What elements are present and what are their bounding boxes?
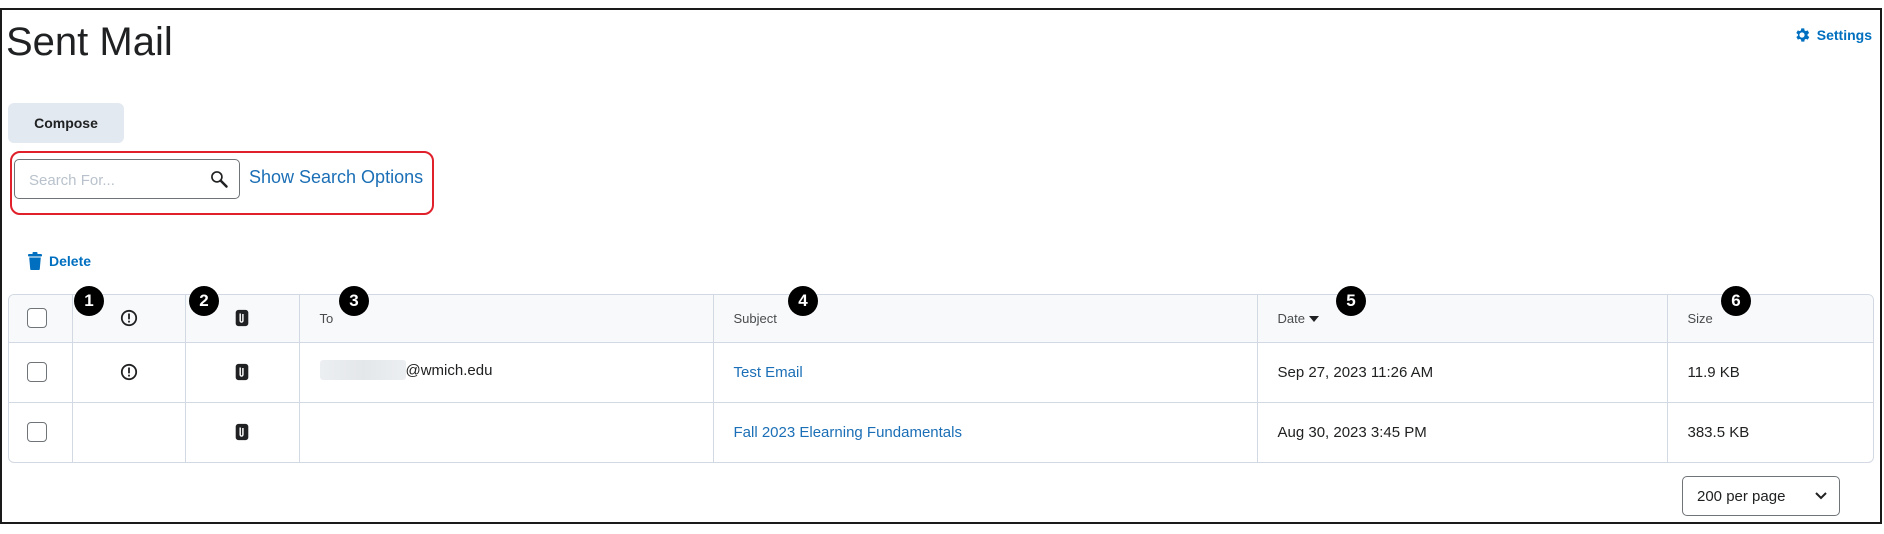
row-subject-link[interactable]: Fall 2023 Elearning Fundamentals [734,424,962,441]
compose-button[interactable]: Compose [8,103,124,143]
header-date-label: Date [1277,310,1305,326]
row-checkbox[interactable] [27,362,47,382]
row-subject-cell: Fall 2023 Elearning Fundamentals [713,402,1258,462]
settings-link[interactable]: Settings [1793,26,1872,44]
row-size: 11.9 KB [1667,342,1873,403]
row-attachment-cell [185,342,300,403]
delete-button[interactable]: Delete [28,252,91,270]
row-checkbox[interactable] [27,422,47,443]
importance-icon [120,310,137,327]
row-select-cell [9,402,73,462]
page-title: Sent Mail [6,20,173,64]
importance-icon [120,363,137,381]
row-subject-cell: Test Email [713,342,1258,403]
row-to-cell [299,402,714,462]
search-input[interactable] [27,169,201,191]
callout-badge: 3 [339,286,369,316]
per-page-label: 200 per page [1697,487,1786,505]
header-size[interactable]: Size [1667,295,1873,343]
row-to-cell: @wmich.edu [299,342,714,403]
search-box [14,159,240,199]
row-select-cell [9,342,73,403]
trash-icon [28,252,42,270]
callout-badge: 2 [189,286,219,316]
chevron-down-icon [1815,492,1827,500]
row-subject-link[interactable]: Test Email [734,364,803,381]
search-highlight-box: Show Search Options [10,151,434,215]
attachment-icon [235,310,249,327]
per-page-select[interactable]: 200 per page [1682,476,1840,516]
table-row[interactable]: Fall 2023 Elearning Fundamentals Aug 30,… [9,402,1873,462]
callout-badge: 6 [1721,286,1751,316]
table-row[interactable]: @wmich.edu Test Email Sep 27, 2023 11:26… [9,342,1873,403]
row-size: 383.5 KB [1687,423,1750,441]
attachment-icon [235,363,249,381]
row-to-email: @wmich.edu [405,361,493,379]
settings-label: Settings [1816,27,1872,43]
select-all-checkbox[interactable] [27,308,47,329]
sort-desc-icon [1308,316,1319,323]
header-date[interactable]: Date [1257,295,1668,343]
gear-icon [1796,28,1810,42]
table-header-row: To Subject Date Size [9,295,1873,343]
row-date: Aug 30, 2023 3:45 PM [1257,402,1668,462]
row-attachment-cell [185,402,300,462]
delete-label: Delete [49,253,92,269]
row-date: Sep 27, 2023 11:26 AM [1257,342,1668,403]
row-importance-cell [72,342,186,403]
show-search-options-link[interactable]: Show Search Options [249,167,423,188]
callout-badge: 4 [788,286,818,316]
attachment-icon [235,424,249,441]
callout-badge: 1 [74,286,104,316]
callout-badge: 5 [1336,286,1366,316]
search-icon[interactable] [209,169,229,189]
mail-table: To Subject Date Size @wmich.edu Test Ema… [8,294,1874,463]
row-importance-cell [72,402,186,462]
header-select-cell [9,295,73,343]
redacted-name [319,360,406,380]
